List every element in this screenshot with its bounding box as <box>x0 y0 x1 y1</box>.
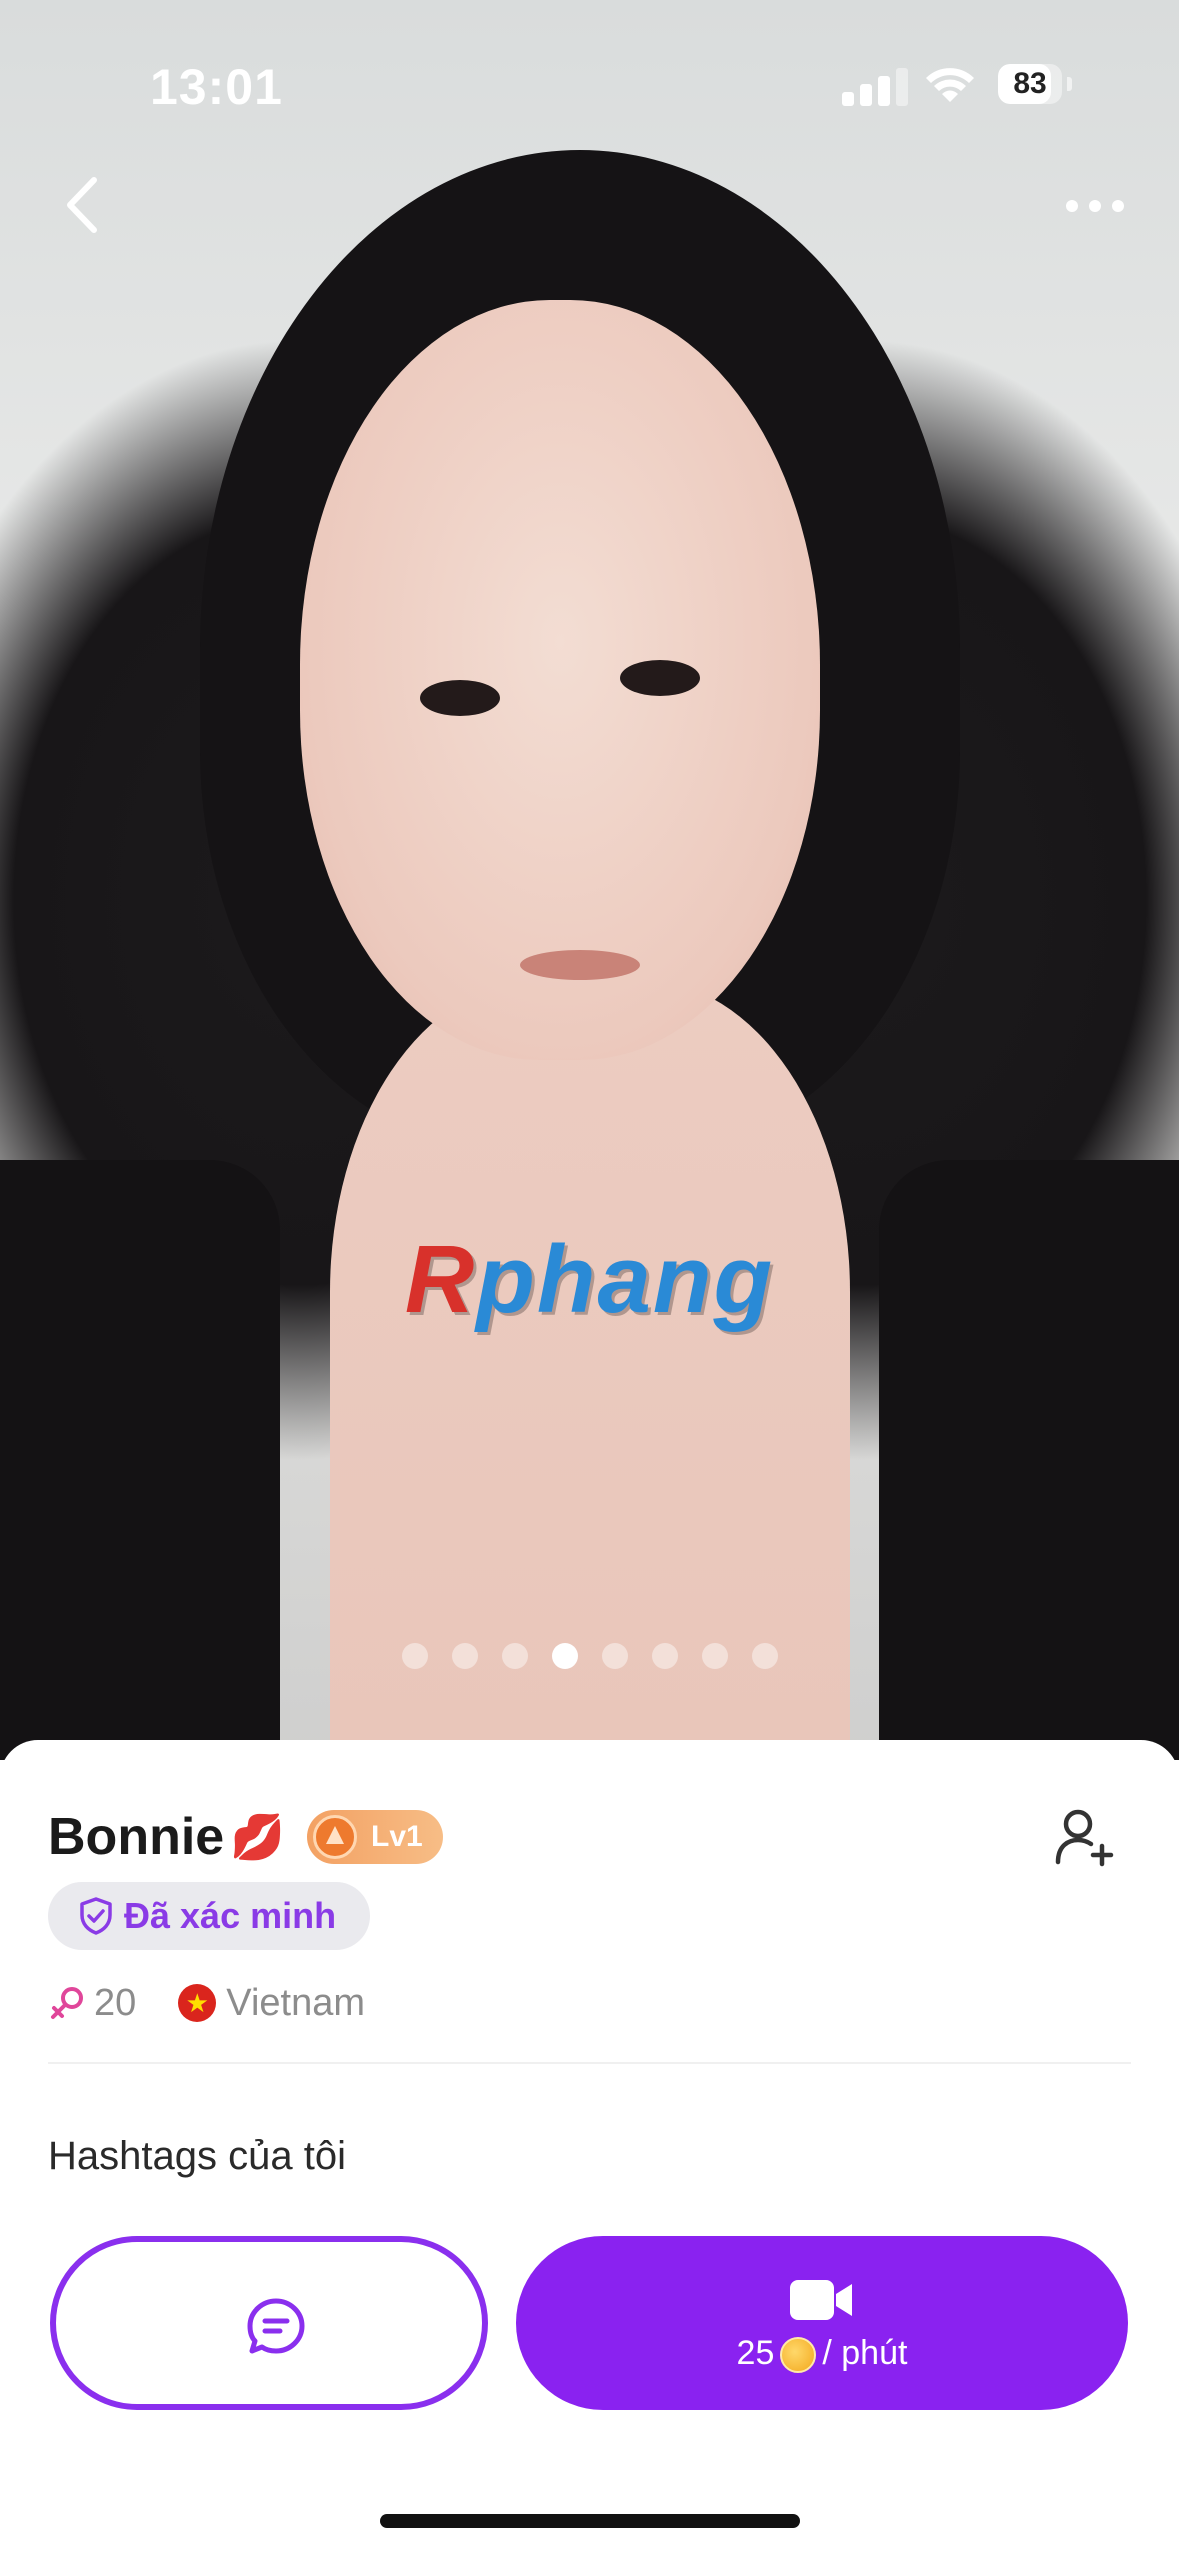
pagination-dot[interactable] <box>601 1643 628 1669</box>
level-label: Lv1 <box>371 1820 423 1853</box>
video-call-button[interactable]: 25 / phút <box>516 2236 1128 2410</box>
photo-pagination <box>0 1643 1179 1673</box>
status-bar: 13:01 83 <box>0 0 1179 170</box>
call-price-value: 25 <box>736 2334 775 2372</box>
call-price: 25 / phút <box>516 2334 1128 2374</box>
pagination-dot[interactable] <box>501 1643 528 1669</box>
profile-country: Vietnam <box>226 1981 365 2024</box>
pagination-dot[interactable] <box>701 1643 728 1669</box>
add-friend-button[interactable] <box>1050 1802 1120 1872</box>
chat-bubble-icon <box>247 2298 305 2354</box>
lips-icon: 💋 <box>230 1813 286 1862</box>
level-icon <box>313 1815 358 1859</box>
photo-face <box>300 300 820 1060</box>
watermark: Rphang <box>0 1225 1179 1335</box>
watermark-r: R <box>404 1226 477 1333</box>
battery-percent: 83 <box>1013 67 1047 100</box>
vietnam-flag-icon <box>178 1984 217 2022</box>
call-price-unit: / phút <box>822 2334 908 2372</box>
profile-name: Bonnie <box>48 1808 225 1866</box>
pagination-dot[interactable] <box>451 1643 478 1669</box>
photo-lips <box>520 950 640 980</box>
more-dot <box>1066 200 1078 212</box>
more-options-button[interactable] <box>1050 180 1140 230</box>
back-button[interactable] <box>50 170 120 240</box>
pagination-dot[interactable] <box>401 1643 428 1669</box>
wifi-icon <box>926 68 974 102</box>
verified-badge: Đã xác minh <box>48 1882 371 1950</box>
female-icon <box>51 1987 83 2019</box>
name-row: Bonnie 💋 Lv1 <box>48 1802 443 1872</box>
level-badge: Lv1 <box>307 1810 443 1864</box>
status-time: 13:01 <box>150 59 283 115</box>
more-dot <box>1089 200 1101 212</box>
video-camera-icon <box>790 2280 852 2320</box>
photo-eye-left <box>420 680 500 716</box>
profile-sheet: Bonnie 💋 Lv1 Đã xác minh 20 Vietnam Hash… <box>0 1740 1179 2556</box>
profile-meta: 20 Vietnam <box>48 1978 365 2028</box>
pagination-dot[interactable] <box>551 1643 578 1669</box>
cellular-signal-icon <box>842 66 922 106</box>
watermark-rest: phang <box>476 1226 775 1333</box>
chat-button[interactable] <box>50 2236 488 2410</box>
hashtags-title: Hashtags của tôi <box>48 2134 346 2178</box>
battery-icon: 83 <box>998 64 1072 106</box>
divider <box>48 2062 1131 2064</box>
profile-age: 20 <box>94 1981 137 2024</box>
profile-photo[interactable] <box>0 0 1179 1760</box>
verified-label: Đã xác minh <box>124 1895 337 1936</box>
home-indicator <box>380 2514 800 2528</box>
pagination-dot[interactable] <box>651 1643 678 1669</box>
shield-check-icon <box>80 1897 112 1935</box>
coin-icon <box>780 2337 817 2374</box>
more-dot <box>1112 200 1124 212</box>
photo-eye-right <box>620 660 700 696</box>
pagination-dot[interactable] <box>751 1643 778 1669</box>
